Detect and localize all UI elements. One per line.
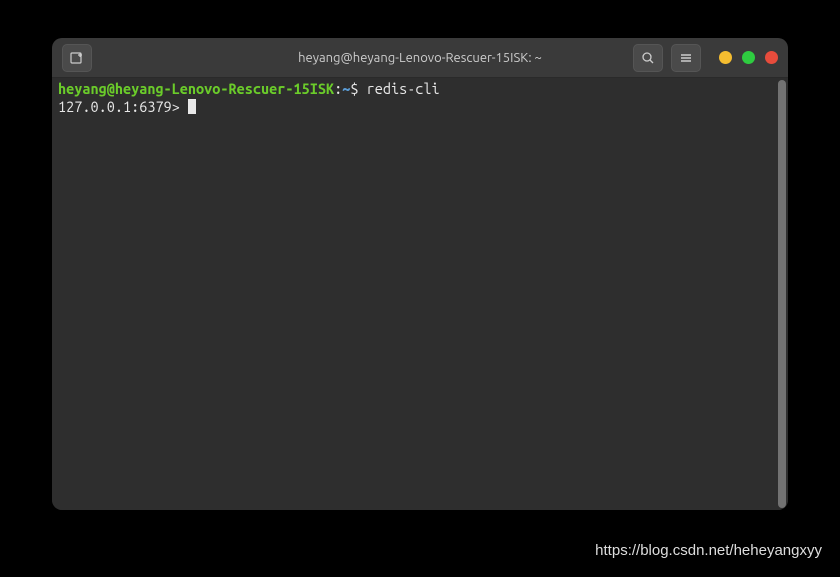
maximize-button[interactable] (742, 51, 755, 64)
command-text: redis-cli (367, 80, 440, 97)
watermark: https://blog.csdn.net/heheyangxyy (595, 542, 822, 559)
terminal-body[interactable]: heyang@heyang-Lenovo-Rescuer-15ISK:~$ re… (52, 78, 788, 510)
titlebar-left (62, 44, 92, 72)
titlebar: heyang@heyang-Lenovo-Rescuer-15ISK: ~ (52, 38, 788, 78)
minimize-button[interactable] (719, 51, 732, 64)
cursor (188, 99, 196, 114)
search-button[interactable] (633, 44, 663, 72)
redis-prompt: 127.0.0.1:6379> (58, 98, 180, 115)
window-controls (719, 51, 778, 64)
prompt-colon: : (334, 80, 342, 97)
prompt-dollar: $ (350, 80, 358, 97)
menu-button[interactable] (671, 44, 701, 72)
titlebar-right (633, 44, 778, 72)
new-tab-button[interactable] (62, 44, 92, 72)
terminal-window: heyang@heyang-Lenovo-Rescuer-15ISK: ~ (52, 38, 788, 510)
search-icon (640, 50, 656, 66)
close-button[interactable] (765, 51, 778, 64)
new-tab-icon (69, 50, 85, 66)
prompt-userhost: heyang@heyang-Lenovo-Rescuer-15ISK (58, 80, 334, 97)
scrollbar[interactable] (778, 80, 786, 508)
hamburger-icon (678, 50, 694, 66)
